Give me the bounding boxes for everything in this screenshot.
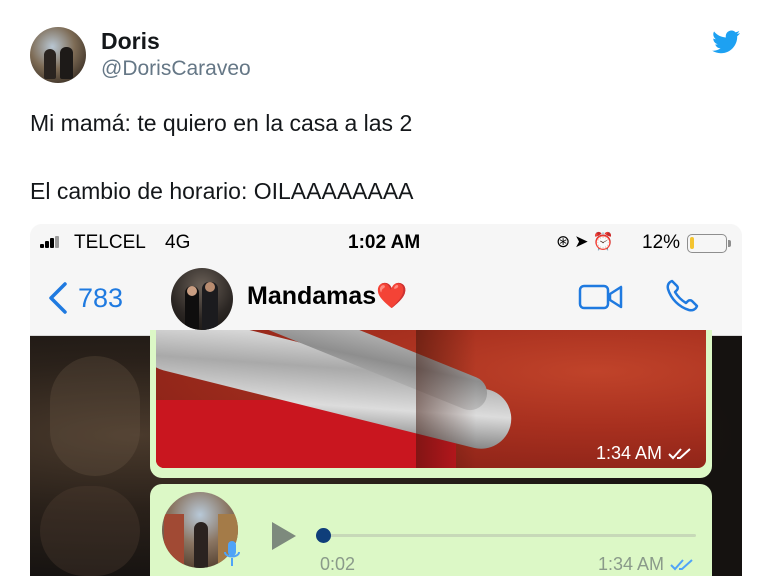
message-timestamp: 1:34 AM [596, 443, 694, 464]
status-clock: 1:02 AM [348, 232, 421, 253]
audio-progress-bar[interactable] [320, 534, 696, 537]
avatar-figure [60, 47, 73, 79]
message-photo[interactable]: 1:34 AM [156, 330, 706, 468]
double-check-icon [670, 558, 693, 570]
alarm-icon: ⏰ [592, 232, 618, 251]
image-message-time: 1:34 AM [595, 443, 662, 463]
battery-icon [687, 234, 731, 253]
orientation-lock-icon: ⊛ [556, 232, 575, 251]
tweet-text-line: El cambio de horario: OILAAAAAAAA [30, 178, 414, 204]
battery-level [690, 237, 694, 249]
attached-screenshot[interactable]: TELCEL 4G 1:02 AM ⊛➤⏰ 12% 783 Mandamas❤️ [30, 224, 742, 576]
chat-header: 783 Mandamas❤️ [30, 260, 742, 336]
play-icon[interactable] [268, 520, 298, 552]
contact-name[interactable]: Mandamas❤️ [247, 282, 407, 311]
message-timestamp: 1:34 AM [598, 554, 696, 575]
tweet-text-line: Mi mamá: te quiero en la casa a las 2 [30, 110, 413, 136]
status-icons: ⊛➤⏰ [556, 232, 618, 252]
phone-call-icon[interactable] [664, 278, 700, 314]
audio-duration: 0:02 [320, 554, 356, 574]
location-icon: ➤ [574, 232, 593, 251]
audio-message-time: 1:34 AM [597, 554, 664, 574]
author-display-name[interactable]: Doris [101, 28, 160, 55]
twitter-bird-icon [712, 30, 740, 54]
signal-strength-icon [40, 236, 62, 248]
back-button[interactable]: 783 [48, 280, 123, 316]
unread-count: 783 [78, 282, 124, 313]
contact-avatar[interactable] [171, 268, 233, 330]
audio-scrubber-handle[interactable] [316, 528, 331, 543]
chat-background: 1:34 AM 0:02 1:34 AM [30, 330, 742, 576]
double-check-icon [668, 447, 691, 459]
chevron-left-icon [49, 282, 67, 314]
carrier-name: TELCEL [74, 232, 146, 253]
voice-message-bubble[interactable]: 0:02 1:34 AM [150, 484, 712, 576]
author-handle[interactable]: @DorisCaraveo [101, 57, 251, 81]
microphone-icon [224, 541, 240, 566]
image-message-bubble[interactable]: 1:34 AM [150, 330, 712, 478]
video-call-icon[interactable] [578, 282, 624, 312]
avatar-figure [44, 49, 56, 79]
network-type: 4G [165, 232, 191, 253]
status-bar: TELCEL 4G 1:02 AM ⊛➤⏰ 12% [30, 224, 742, 260]
battery-percent: 12% [642, 232, 681, 253]
author-avatar[interactable] [30, 27, 86, 83]
